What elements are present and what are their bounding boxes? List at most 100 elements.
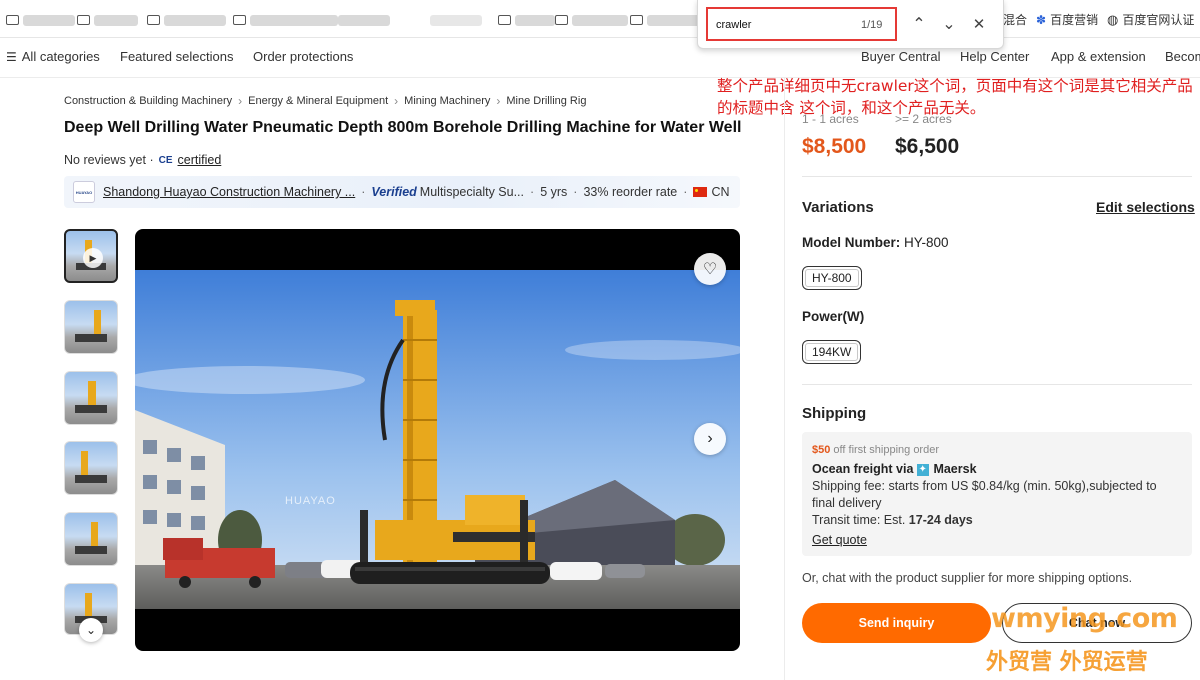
- breadcrumb-item[interactable]: Mine Drilling Rig: [506, 95, 586, 107]
- find-next-button[interactable]: ⌄: [938, 13, 960, 35]
- bookmark-label: 百度官网认证: [1122, 13, 1195, 27]
- folder-icon: [555, 15, 568, 25]
- supplier-type: Multispecialty Su...: [419, 185, 525, 199]
- bookmark-item[interactable]: [147, 12, 226, 28]
- site-watermark-text: 外贸营 外贸运营: [986, 650, 1148, 675]
- separator-dot: ·: [530, 185, 535, 199]
- method-label: Ocean freight via: [812, 462, 914, 476]
- get-quote-link[interactable]: Get quote: [812, 532, 867, 549]
- certified-icon: CE: [158, 154, 173, 166]
- bookmark-item[interactable]: [555, 12, 628, 28]
- product-main-image[interactable]: HUAYAO ♡ ›: [135, 229, 740, 651]
- certified-link[interactable]: certified: [178, 153, 222, 167]
- bookmark-item[interactable]: [498, 12, 555, 28]
- red-annotation: 整个产品详细页中无crawler这个词，页面中有这个词是其它相关产品的标题中含 …: [717, 77, 1193, 117]
- folder-icon: [630, 15, 643, 25]
- model-option-chip[interactable]: HY-800: [802, 266, 862, 290]
- bookmark-item[interactable]: [233, 12, 338, 28]
- maersk-logo-icon: [917, 461, 930, 478]
- shipping-box: $50 off first shipping order Ocean freig…: [802, 432, 1192, 556]
- reviews-line: No reviews yet · CE certified: [64, 153, 221, 167]
- chevron-right-icon: ›: [394, 94, 399, 108]
- folder-icon: [233, 15, 246, 25]
- breadcrumb-item[interactable]: Construction & Building Machinery: [64, 95, 232, 107]
- bookmark-item[interactable]: [338, 12, 390, 28]
- thumbnail-image[interactable]: [64, 512, 118, 566]
- thumbnail-image[interactable]: [64, 441, 118, 495]
- nav-featured-selections[interactable]: Featured selections: [120, 49, 233, 64]
- thumbnail-image[interactable]: [64, 300, 118, 354]
- thumbnail-video[interactable]: ▶: [64, 229, 118, 283]
- nav-all-categories[interactable]: ☰ All categories: [6, 49, 100, 64]
- find-previous-button[interactable]: ⌃: [908, 13, 930, 35]
- breadcrumb-item[interactable]: Mining Machinery: [404, 95, 490, 107]
- find-match-count: 1/19: [861, 19, 883, 31]
- bookmark-label: 百度营销: [1050, 13, 1099, 27]
- promo-amount: $50: [812, 444, 831, 456]
- price-tier-2: $6,500: [895, 135, 960, 158]
- thumbnail-scroll-down-button[interactable]: ⌄: [79, 618, 103, 642]
- shipping-fee: Shipping fee: starts from US $0.84/kg (m…: [812, 479, 1157, 510]
- folder-icon: [77, 15, 90, 25]
- menu-icon: ☰: [6, 50, 17, 64]
- china-flag-icon: [693, 187, 708, 197]
- bookmark-item[interactable]: [430, 12, 482, 28]
- find-close-button[interactable]: ✕: [968, 13, 990, 35]
- price-tier-range: >= 2 acres: [895, 112, 952, 126]
- thumbnail-image[interactable]: [64, 371, 118, 425]
- bookmark-item[interactable]: [77, 12, 138, 28]
- send-inquiry-button[interactable]: Send inquiry: [802, 603, 991, 643]
- separator-dot: ·: [361, 185, 366, 199]
- reviews-text: No reviews yet ·: [64, 153, 154, 167]
- breadcrumb-item[interactable]: Energy & Mineral Equipment: [248, 95, 388, 107]
- find-bar: 1/19 ⌃ ⌄ ✕: [697, 0, 1004, 49]
- nav-app-extension[interactable]: App & extension: [1051, 49, 1146, 64]
- product-photo: HUAYAO: [135, 270, 740, 609]
- nav-become-supplier[interactable]: Becom: [1165, 49, 1200, 64]
- model-number-label: Model Number:: [802, 235, 901, 250]
- carrier-name: Maersk: [933, 462, 977, 476]
- favorite-button[interactable]: ♡: [694, 253, 726, 285]
- transit-time: Transit time: Est. 17-24 days: [812, 512, 1182, 529]
- shipping-promo: $50 off first shipping order: [812, 442, 1182, 459]
- nav-order-protections[interactable]: Order protections: [253, 49, 353, 64]
- folder-icon: [498, 15, 511, 25]
- chat-supplier-hint: Or, chat with the product supplier for m…: [802, 571, 1133, 585]
- model-number-value: HY-800: [904, 235, 949, 250]
- chevron-down-icon: ⌄: [85, 623, 97, 637]
- supplier-logo-text: HUAYAO: [75, 189, 93, 195]
- next-image-button[interactable]: ›: [694, 423, 726, 455]
- chevron-up-icon: ⌃: [912, 16, 926, 33]
- price-tier-range: 1 - 1 acres: [802, 112, 859, 126]
- drilling-rig-photo: [135, 270, 740, 609]
- folder-icon: [147, 15, 160, 25]
- top-nav: ☰ All categories Featured selections Orde…: [0, 38, 1200, 78]
- promo-text: off first shipping order: [833, 444, 939, 456]
- shipping-method: Ocean freight via Maersk: [812, 461, 1182, 478]
- nav-help-center[interactable]: Help Center: [960, 49, 1029, 64]
- bookmark-item[interactable]: ◍ 百度官网认证: [1107, 11, 1194, 28]
- chevron-right-icon: ›: [496, 94, 501, 108]
- chevron-right-icon: ›: [707, 430, 713, 447]
- chevron-down-icon: ⌄: [942, 16, 956, 33]
- bookmark-item[interactable]: [6, 12, 75, 28]
- supplier-name-link[interactable]: Shandong Huayao Construction Machinery .…: [103, 185, 355, 199]
- bookmark-item[interactable]: [630, 12, 703, 28]
- power-option-chip[interactable]: 194KW: [802, 340, 862, 364]
- nav-label: All categories: [21, 49, 100, 64]
- nav-buyer-central[interactable]: Buyer Central: [861, 49, 940, 64]
- supplier-logo: HUAYAO: [73, 181, 95, 203]
- product-title: Deep Well Drilling Water Pneumatic Depth…: [64, 119, 742, 136]
- site-watermark-domain: wmying.com: [991, 603, 1178, 634]
- verified-badge: Verified: [371, 185, 417, 199]
- model-number-row: Model Number: HY-800: [802, 235, 949, 250]
- supplier-country: CN: [711, 185, 730, 199]
- breadcrumb: Construction & Building Machinery › Ener…: [64, 94, 586, 108]
- bookmark-item[interactable]: 混合: [1003, 11, 1027, 28]
- separator-dot: ·: [573, 185, 578, 199]
- find-input[interactable]: [716, 17, 846, 33]
- bookmark-item[interactable]: ✽ 百度营销: [1036, 11, 1098, 28]
- column-divider: [784, 78, 785, 680]
- folder-icon: [6, 15, 19, 25]
- edit-selections-link[interactable]: Edit selections: [1096, 199, 1195, 215]
